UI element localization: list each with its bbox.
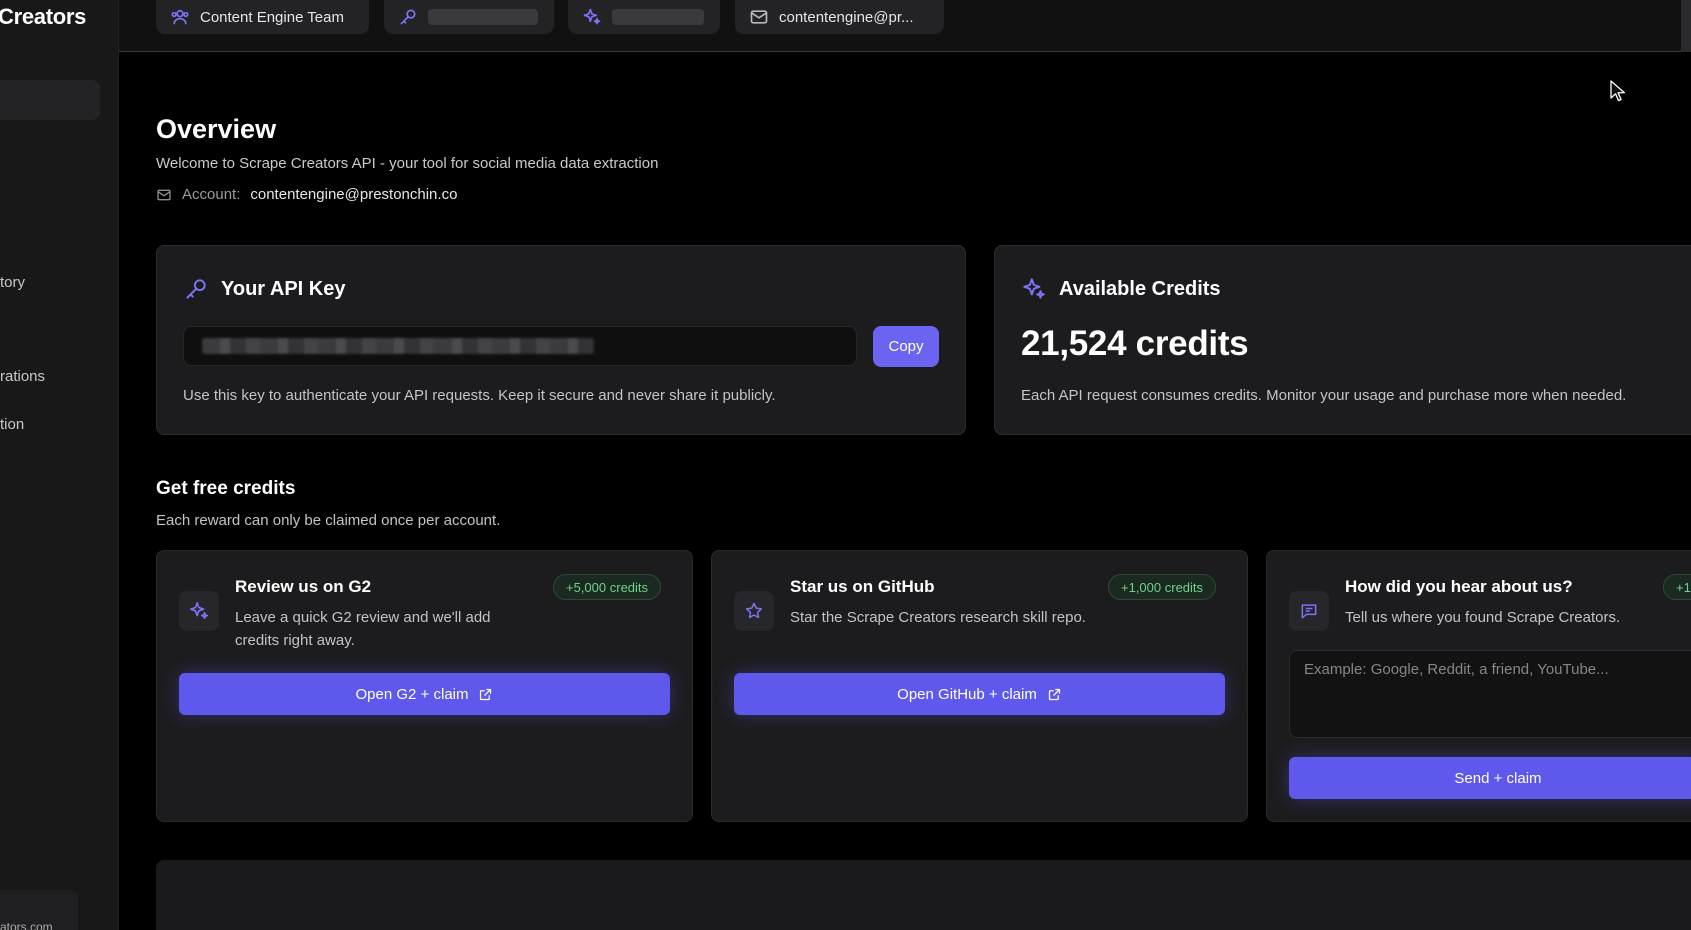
account-email: contentengine@prestonchin.co (250, 186, 458, 203)
sidebar-item-history[interactable]: tory (0, 274, 25, 291)
button-label: Open G2 + claim (355, 685, 469, 703)
email-chip[interactable]: contentengine@pr... (735, 0, 944, 34)
key-icon (400, 9, 416, 25)
reward-title: Star us on GitHub (790, 577, 935, 596)
sparkles-icon (189, 601, 209, 620)
message-icon (1301, 604, 1317, 619)
credits-title: Available Credits (1059, 277, 1221, 300)
reward-icon-box (1289, 591, 1329, 631)
reward-card-github: Star us on GitHub +1,000 credits Star th… (711, 550, 1248, 822)
mail-icon (750, 10, 768, 24)
top-bar: Content Engine Team contentengine@pr... (119, 0, 1691, 52)
api-key-chip[interactable] (384, 0, 554, 34)
email-chip-text: contentengine@pr... (779, 8, 914, 26)
app-root: Creators tory rations tion ators.com Con… (0, 0, 1691, 930)
brand-logo-text[interactable]: Creators (0, 4, 86, 30)
credits-chip[interactable] (568, 0, 720, 34)
api-key-header: Your API Key (183, 276, 345, 302)
api-key-card: Your API Key Copy Use this key to authen… (156, 245, 966, 435)
reward-card-g2: Review us on G2 +5,000 credits Leave a q… (156, 550, 693, 822)
api-key-masked-value (202, 338, 594, 354)
reward-badge: +1 (1663, 574, 1691, 600)
api-key-placeholder (428, 9, 538, 25)
mouse-cursor-icon (1610, 80, 1625, 102)
reward-icon-box (734, 591, 774, 631)
star-icon (745, 602, 763, 619)
reward-description: Leave a quick G2 review and we'll add cr… (235, 609, 491, 649)
api-key-note: Use this key to authenticate your API re… (183, 387, 776, 404)
external-link-icon (480, 688, 492, 700)
bottom-section-card (156, 860, 1691, 930)
button-label: Open GitHub + claim (897, 685, 1037, 703)
api-key-field[interactable] (183, 326, 857, 366)
referral-source-input[interactable] (1289, 650, 1691, 738)
sidebar-item-documentation[interactable]: tion (0, 416, 24, 433)
page-title: Overview (156, 114, 277, 144)
credits-header: Available Credits (1021, 276, 1221, 302)
api-key-title: Your API Key (221, 277, 346, 300)
reward-title: Review us on G2 (235, 577, 372, 596)
credits-note: Each API request consumes credits. Monit… (1021, 387, 1627, 404)
reward-icon-box (179, 591, 219, 631)
sidebar-item-integrations[interactable]: rations (0, 368, 45, 385)
sidebar: Creators tory rations tion ators.com (0, 0, 119, 930)
reward-description: Star the Scrape Creators research skill … (790, 609, 1086, 626)
team-name: Content Engine Team (200, 8, 344, 26)
key-icon (186, 279, 206, 299)
open-g2-claim-button[interactable]: Open G2 + claim (179, 673, 670, 715)
open-github-claim-button[interactable]: Open GitHub + claim (734, 673, 1225, 715)
reward-card-referral: How did you hear about us? +1 Tell us wh… (1266, 550, 1691, 822)
sidebar-active-item[interactable] (0, 80, 100, 120)
copy-api-key-button[interactable]: Copy (873, 326, 939, 367)
credits-placeholder (612, 9, 704, 25)
mail-icon (157, 189, 171, 200)
free-credits-title: Get free credits (156, 478, 296, 499)
available-credits-card: Available Credits 21,524 credits Each AP… (994, 245, 1691, 435)
send-claim-button[interactable]: Send + claim (1289, 757, 1691, 799)
main-content: Overview Welcome to Scrape Creators API … (156, 52, 1691, 930)
topbar-edge (1681, 0, 1691, 52)
page-subtitle: Welcome to Scrape Creators API - your to… (156, 155, 659, 172)
free-credits-subtitle: Each reward can only be claimed once per… (156, 512, 501, 529)
reward-badge: +1,000 credits (1108, 574, 1217, 600)
sparkles-icon (1023, 278, 1045, 299)
sidebar-footer-link[interactable]: ators.com (0, 920, 53, 930)
credits-value: 21,524 credits (1021, 324, 1249, 363)
reward-badge: +5,000 credits (553, 574, 662, 600)
account-row: Account: contentengine@prestonchin.co (156, 186, 457, 203)
team-chip[interactable]: Content Engine Team (156, 0, 369, 34)
sparkles-icon (583, 8, 601, 25)
users-icon (171, 9, 189, 25)
external-link-icon (1048, 688, 1060, 700)
reward-title: How did you hear about us? (1345, 577, 1573, 596)
reward-description: Tell us where you found Scrape Creators. (1345, 609, 1621, 626)
account-label: Account: (182, 186, 241, 203)
